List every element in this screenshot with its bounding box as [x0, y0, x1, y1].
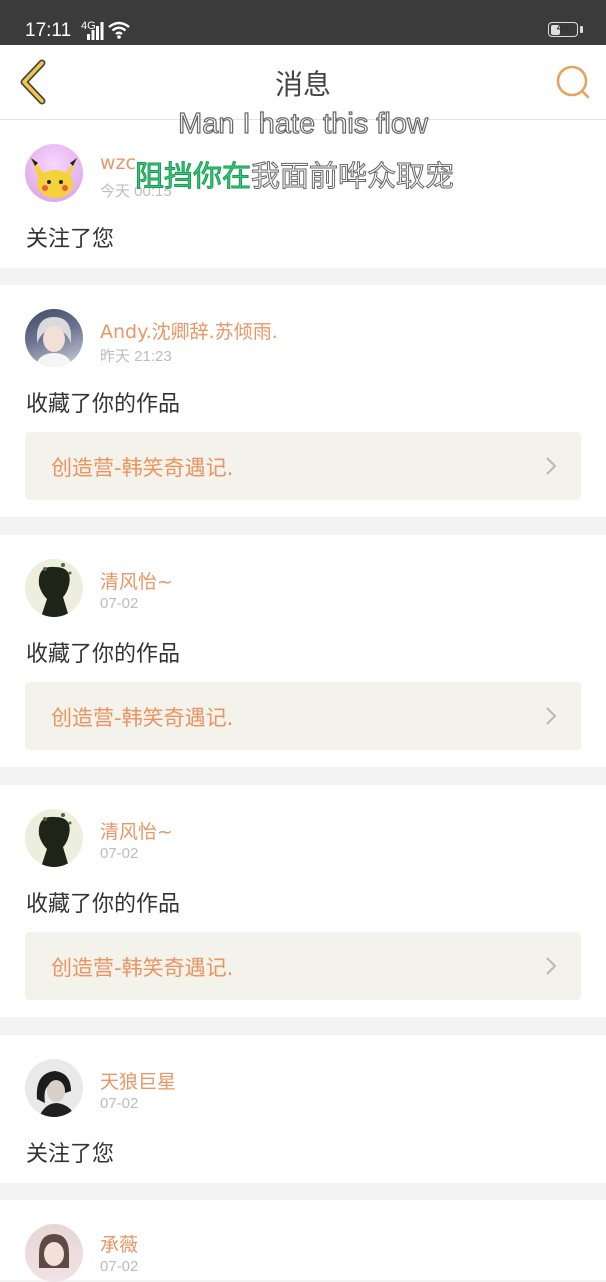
chevron-right-icon: [546, 457, 557, 475]
action-text: 关注了您: [26, 1142, 115, 1167]
signal-icon: [87, 22, 104, 40]
work-link[interactable]: 创造营-韩笑奇遇记.: [25, 432, 581, 500]
battery-text: 46: [556, 22, 570, 34]
subtitle-chinese-highlight: 阻挡你在: [134, 159, 252, 194]
username[interactable]: Andy.沈卿辞.苏倾雨.: [100, 317, 278, 344]
work-link[interactable]: 创造营-韩笑奇遇记.: [25, 932, 581, 1000]
silhouette-avatar-image: [38, 813, 72, 867]
silhouette-avatar-image: [38, 563, 72, 617]
status-bar: 17:11 4G 46: [0, 0, 606, 45]
message-time: 07-02: [100, 595, 139, 612]
avatar[interactable]: [25, 809, 83, 867]
battery-icon: 46: [548, 22, 578, 37]
page-title: 消息: [274, 68, 331, 101]
action-text: 关注了您: [26, 227, 115, 252]
avatar[interactable]: [25, 1059, 83, 1117]
chevron-right-icon: [546, 707, 557, 725]
username[interactable]: 清风怡~: [100, 567, 173, 594]
subtitle-chinese: 阻挡你在我面前哗众取宠: [134, 153, 455, 195]
username[interactable]: wzc: [100, 152, 136, 174]
work-title: 创造营-韩笑奇遇记.: [51, 956, 234, 980]
work-title: 创造营-韩笑奇遇记.: [51, 456, 234, 480]
pikachu-avatar-image: [31, 158, 77, 198]
message-time: 07-02: [100, 1258, 139, 1275]
status-time: 17:11: [25, 20, 72, 41]
action-text: 收藏了你的作品: [26, 642, 181, 667]
avatar[interactable]: [25, 309, 83, 367]
username[interactable]: 清风怡~: [100, 817, 173, 844]
message-time: 昨天 21:23: [100, 348, 172, 365]
avatar[interactable]: [25, 1224, 83, 1282]
username[interactable]: 天狼巨星: [100, 1067, 176, 1094]
search-icon[interactable]: [554, 63, 592, 101]
work-title: 创造营-韩笑奇遇记.: [51, 706, 234, 730]
subtitle-english: Man I hate this flow: [177, 107, 428, 140]
message-time: 07-02: [100, 1095, 139, 1112]
person-avatar-image: [39, 1234, 69, 1268]
wifi-icon: [108, 21, 130, 39]
battery-tip: [580, 26, 583, 33]
subtitle-chinese-rest: 我面前哗众取宠: [251, 159, 455, 194]
username[interactable]: 承薇: [100, 1230, 138, 1257]
message-card[interactable]: 清风怡~ 07-02 收藏了你的作品 创造营-韩笑奇遇记.: [0, 535, 606, 767]
message-card[interactable]: 天狼巨星 07-02 关注了您: [0, 1035, 606, 1183]
message-card[interactable]: Andy.沈卿辞.苏倾雨. 昨天 21:23 收藏了你的作品 创造营-韩笑奇遇记…: [0, 285, 606, 517]
avatar[interactable]: [25, 144, 83, 202]
action-text: 收藏了你的作品: [26, 392, 181, 417]
message-time: 07-02: [100, 845, 139, 862]
person-avatar-image: [35, 317, 73, 367]
chevron-right-icon: [546, 957, 557, 975]
action-text: 收藏了你的作品: [26, 892, 181, 917]
message-card[interactable]: 承薇 07-02: [0, 1200, 606, 1282]
person-avatar-image: [36, 1071, 75, 1117]
work-link[interactable]: 创造营-韩笑奇遇记.: [25, 682, 581, 750]
message-card[interactable]: 清风怡~ 07-02 收藏了你的作品 创造营-韩笑奇遇记.: [0, 785, 606, 1017]
avatar[interactable]: [25, 559, 83, 617]
